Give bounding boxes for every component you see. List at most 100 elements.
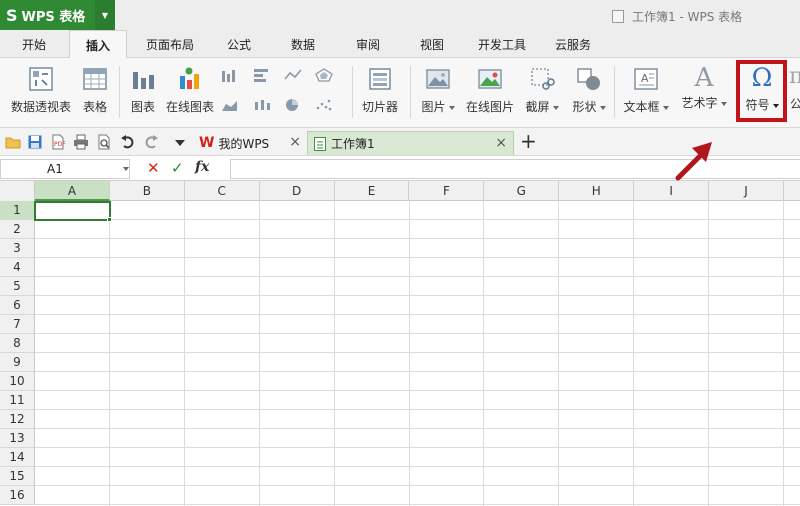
row-gridline xyxy=(35,219,800,220)
spreadsheet-grid[interactable]: ABCDEFGHIJ 1 2 3 4 5 6 7 8 9 10 11 12 13 14 15 16 xyxy=(0,181,800,506)
row-header-14[interactable]: 14 xyxy=(0,448,35,467)
export-pdf-icon[interactable]: PDF xyxy=(50,134,66,150)
picture-button[interactable]: 图片 xyxy=(416,58,460,115)
row-header-6[interactable]: 6 xyxy=(0,296,35,315)
column-gridline xyxy=(483,201,485,506)
tab-data[interactable]: 数据 xyxy=(280,30,326,58)
pivot-table-button[interactable]: 数据透视表 xyxy=(6,58,76,115)
print-icon[interactable] xyxy=(73,134,89,150)
tab-cloud-service[interactable]: 云服务 xyxy=(546,30,600,58)
column-header-c[interactable]: C xyxy=(185,181,260,201)
save-icon[interactable] xyxy=(27,134,43,150)
row-gridline xyxy=(35,504,800,505)
name-box[interactable]: A1 xyxy=(0,159,130,179)
shapes-button[interactable]: 形状 xyxy=(566,58,612,115)
row-gridline xyxy=(35,238,800,239)
row-header-5[interactable]: 5 xyxy=(0,277,35,296)
column-header-a[interactable]: A xyxy=(35,181,110,201)
row-header-15[interactable]: 15 xyxy=(0,467,35,486)
row-header-11[interactable]: 11 xyxy=(0,391,35,410)
row-gridline xyxy=(35,371,800,372)
spreadsheet-icon xyxy=(314,136,326,151)
scissors-icon xyxy=(531,68,555,90)
row-header-1[interactable]: 1 xyxy=(0,201,35,220)
fill-handle[interactable] xyxy=(107,217,112,222)
bar-horizontal-chart-icon[interactable] xyxy=(253,68,271,82)
online-chart-button[interactable]: 在线图表 xyxy=(162,58,218,115)
column-header-j[interactable]: J xyxy=(709,181,784,201)
customize-dropdown-icon[interactable] xyxy=(172,134,188,150)
redo-icon[interactable] xyxy=(143,134,159,150)
tab-formulas[interactable]: 公式 xyxy=(216,30,262,58)
row-header-9[interactable]: 9 xyxy=(0,353,35,372)
stock-chart-icon[interactable] xyxy=(253,98,271,112)
wordart-button[interactable]: A 艺术字 xyxy=(676,58,732,111)
tab-review[interactable]: 审阅 xyxy=(345,30,391,58)
tab-view[interactable]: 视图 xyxy=(409,30,455,58)
column-header-f[interactable]: F xyxy=(410,181,485,201)
slicer-icon xyxy=(369,68,391,90)
doc-tab-workbook[interactable]: 工作簿1 × xyxy=(307,131,514,155)
menu-bar: 开始 插入 页面布局 公式 数据 审阅 视图 开发工具 云服务 xyxy=(0,30,800,59)
window-title: 工作簿1 - WPS 表格 xyxy=(612,8,742,25)
print-preview-icon[interactable] xyxy=(96,134,112,150)
close-icon[interactable]: × xyxy=(495,135,507,151)
active-cell-a1[interactable] xyxy=(34,201,111,221)
picture-label: 图片 xyxy=(421,98,455,115)
row-header-3[interactable]: 3 xyxy=(0,239,35,258)
cancel-icon[interactable]: ✕ xyxy=(147,159,160,177)
row-header-16[interactable]: 16 xyxy=(0,486,35,505)
new-tab-plus-icon[interactable]: + xyxy=(520,129,537,153)
chart-label: 图表 xyxy=(130,100,155,114)
row-header-8[interactable]: 8 xyxy=(0,334,35,353)
tab-home[interactable]: 开始 xyxy=(10,30,58,58)
app-menu-dropdown-button[interactable]: ▼ xyxy=(95,0,115,30)
column-header-g[interactable]: G xyxy=(484,181,560,201)
select-all-corner[interactable] xyxy=(0,181,35,201)
tab-page-layout[interactable]: 页面布局 xyxy=(138,30,202,58)
open-folder-icon[interactable] xyxy=(5,134,21,150)
column-header-i[interactable]: I xyxy=(634,181,710,201)
scatter-chart-icon[interactable] xyxy=(315,98,333,112)
formula-icon[interactable]: π xyxy=(789,64,800,89)
row-header-4[interactable]: 4 xyxy=(0,258,35,277)
row-header-13[interactable]: 13 xyxy=(0,429,35,448)
row-header-10[interactable]: 10 xyxy=(0,372,35,391)
pie-chart-icon[interactable] xyxy=(284,98,302,112)
formula-label: 公 xyxy=(790,97,800,111)
insert-function-icon[interactable]: fx xyxy=(195,159,209,175)
close-icon[interactable]: × xyxy=(289,134,301,150)
row-gridline xyxy=(35,276,800,277)
row-header-7[interactable]: 7 xyxy=(0,315,35,334)
textbox-button[interactable]: A 文本框 xyxy=(620,58,672,115)
row-header-12[interactable]: 12 xyxy=(0,410,35,429)
online-picture-button[interactable]: 在线图片 xyxy=(462,58,518,115)
ribbon-separator xyxy=(410,66,411,118)
column-header-b[interactable]: B xyxy=(110,181,185,201)
column-header-e[interactable]: E xyxy=(335,181,410,201)
screenshot-button[interactable]: 截屏 xyxy=(520,58,564,115)
doc-tab-my-wps[interactable]: W 我的WPS × xyxy=(193,131,307,155)
column-header-d[interactable]: D xyxy=(260,181,335,201)
radar-chart-icon[interactable] xyxy=(315,68,333,82)
column-chart-icon[interactable] xyxy=(221,68,239,82)
tab-developer[interactable]: 开发工具 xyxy=(470,30,534,58)
row-gridline xyxy=(35,333,800,334)
omega-icon[interactable]: Ω xyxy=(744,63,780,92)
confirm-icon[interactable]: ✓ xyxy=(171,159,184,177)
line-chart-icon[interactable] xyxy=(284,68,302,82)
row-header-2[interactable]: 2 xyxy=(0,220,35,239)
undo-icon[interactable] xyxy=(120,134,136,150)
table-button[interactable]: 表格 xyxy=(78,58,112,115)
area-chart-icon[interactable] xyxy=(221,98,239,112)
chart-button[interactable]: 图表 xyxy=(126,58,160,115)
column-header-h[interactable]: H xyxy=(559,181,635,201)
app-menu-button[interactable]: S WPS 表格 xyxy=(0,0,95,30)
column-gridline xyxy=(333,201,335,506)
tab-insert[interactable]: 插入 xyxy=(69,30,127,59)
name-box-dropdown-icon[interactable] xyxy=(123,167,129,171)
textbox-label: 文本框 xyxy=(623,98,669,115)
slicer-button[interactable]: 切片器 xyxy=(358,58,402,115)
document-icon xyxy=(612,10,624,23)
pivot-table-icon xyxy=(29,67,53,91)
